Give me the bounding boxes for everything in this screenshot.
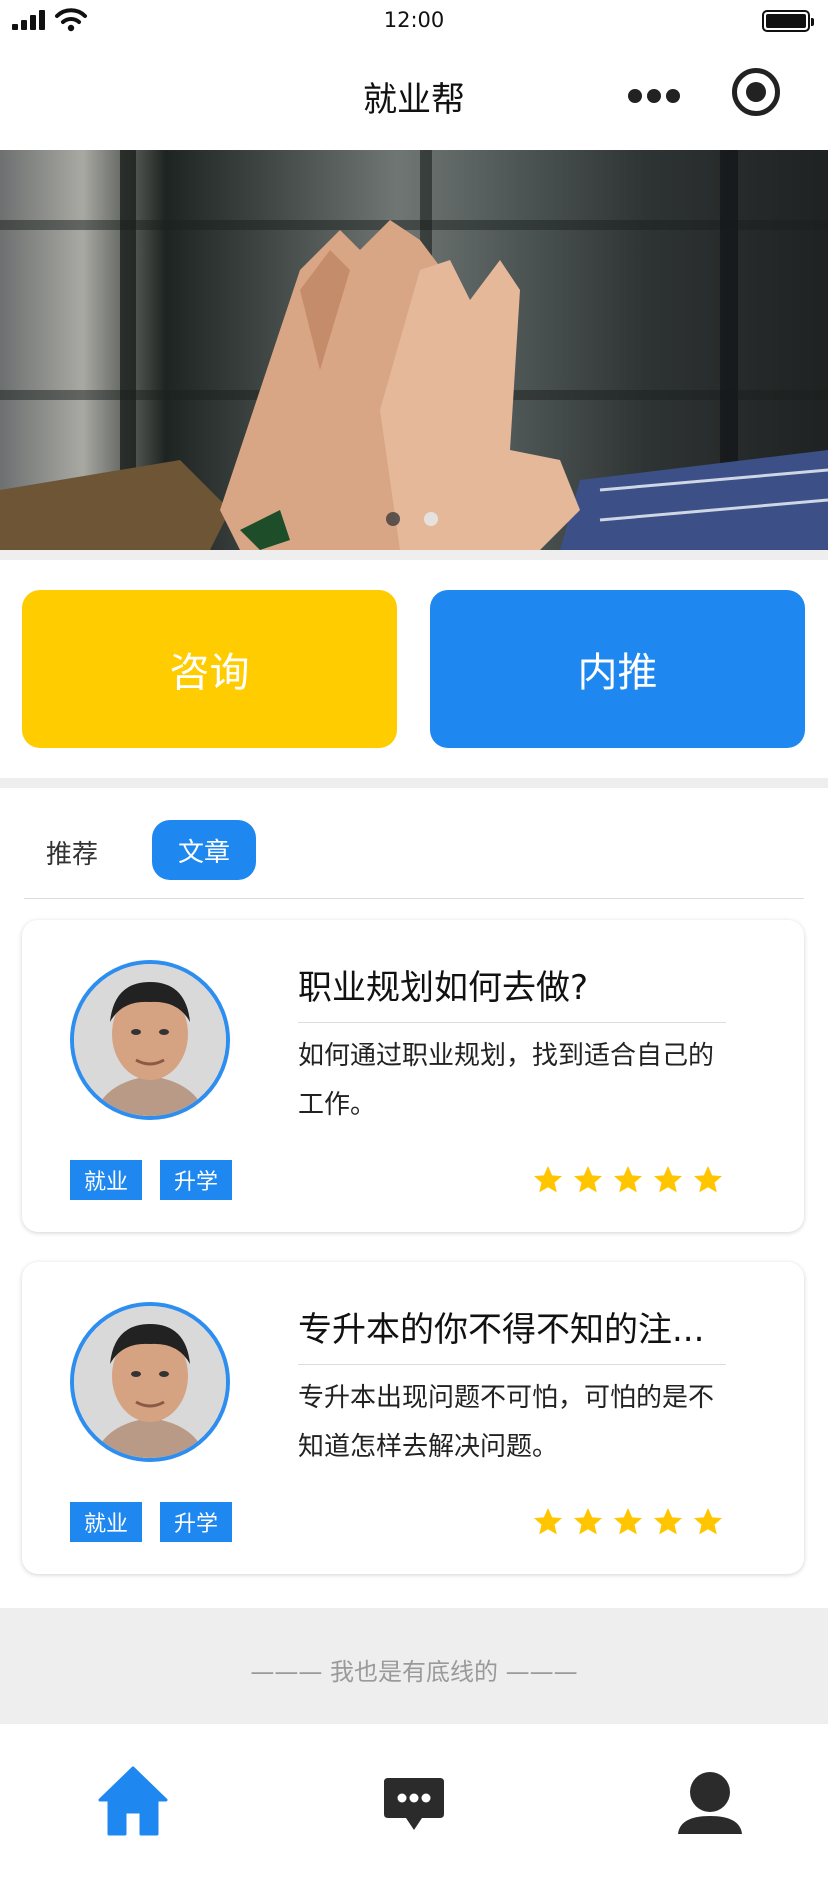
- home-icon[interactable]: [96, 1764, 170, 1838]
- carousel-dot-1[interactable]: [386, 512, 400, 526]
- rating-stars: [532, 1164, 732, 1198]
- tab-recommend[interactable]: 推荐: [46, 834, 98, 871]
- target-icon[interactable]: [732, 68, 780, 116]
- consult-button[interactable]: 咨询: [22, 590, 397, 748]
- carousel-dot-2[interactable]: [424, 512, 438, 526]
- article-title[interactable]: 专升本的你不得不知的注...: [298, 1302, 738, 1351]
- star-icon: [574, 1508, 602, 1535]
- star-icon: [574, 1166, 602, 1193]
- star-icon: [654, 1166, 682, 1193]
- title-divider: [298, 1022, 726, 1023]
- tag-employment[interactable]: 就业: [70, 1502, 142, 1542]
- message-icon[interactable]: [382, 1776, 446, 1836]
- referral-button[interactable]: 内推: [430, 590, 805, 748]
- article-section: 推荐 文章 职业规划如何去做? 如何通过职业规划，找到适合自己的工作。 就业 升…: [0, 788, 828, 1608]
- battery-icon: [762, 10, 814, 32]
- tag-employment[interactable]: 就业: [70, 1160, 142, 1200]
- user-icon[interactable]: [676, 1770, 744, 1836]
- star-icon: [534, 1508, 562, 1535]
- page-title: 就业帮: [363, 80, 465, 120]
- star-icon: [694, 1508, 722, 1535]
- banner-carousel[interactable]: [0, 150, 828, 550]
- bottom-tab-bar: [0, 1724, 828, 1882]
- article-desc: 如何通过职业规划，找到适合自己的工作。: [298, 1041, 715, 1120]
- article-card[interactable]: 专升本的你不得不知的注... 专升本出现问题不可怕，可怕的是不知道怎样去解决问题…: [22, 1262, 804, 1574]
- star-icon: [694, 1166, 722, 1193]
- star-icon: [614, 1166, 642, 1193]
- tag-further-study[interactable]: 升学: [160, 1502, 232, 1542]
- more-dots-icon[interactable]: [628, 89, 680, 103]
- article-title[interactable]: 职业规划如何去做?: [298, 960, 738, 1009]
- end-of-list-text: ——— 我也是有底线的 ———: [250, 1658, 578, 1686]
- star-icon: [534, 1166, 562, 1193]
- title-divider: [298, 1364, 726, 1365]
- avatar: [70, 960, 230, 1120]
- status-bar: 12:00: [0, 0, 828, 42]
- star-icon: [654, 1508, 682, 1535]
- action-panel: 咨询 内推: [0, 560, 828, 778]
- avatar: [70, 1302, 230, 1462]
- article-desc: 专升本出现问题不可怕，可怕的是不知道怎样去解决问题。: [298, 1383, 715, 1462]
- tag-further-study[interactable]: 升学: [160, 1160, 232, 1200]
- end-of-list: ——— 我也是有底线的 ———: [0, 1608, 828, 1724]
- tab-divider: [24, 898, 804, 899]
- article-card[interactable]: 职业规划如何去做? 如何通过职业规划，找到适合自己的工作。 就业 升学: [22, 920, 804, 1232]
- nav-bar: 就业帮: [0, 42, 828, 150]
- status-time: 12:00: [383, 8, 445, 32]
- rating-stars: [532, 1506, 732, 1540]
- star-icon: [614, 1508, 642, 1535]
- banner-image: [0, 150, 828, 550]
- tab-articles[interactable]: 文章: [152, 820, 256, 880]
